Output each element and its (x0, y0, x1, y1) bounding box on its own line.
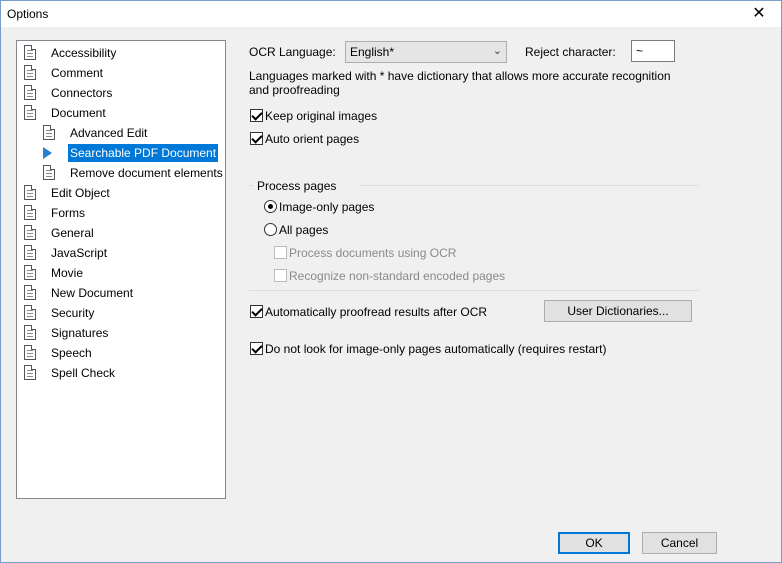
cancel-button[interactable]: Cancel (642, 532, 717, 554)
window-title: Options (7, 7, 49, 21)
page-icon (24, 285, 36, 300)
page-icon (24, 225, 36, 240)
keep-original-images-label: Keep original images (265, 109, 378, 123)
page-icon (24, 65, 36, 80)
group-border-left (249, 185, 253, 186)
process-documents-ocr-label: Process documents using OCR (289, 246, 457, 260)
ocr-language-value: English* (350, 45, 395, 59)
tree-item-label: General (51, 226, 94, 240)
tree-item-label: Signatures (51, 326, 109, 340)
page-icon (24, 265, 36, 280)
tree-item-label: Document (51, 106, 106, 120)
page-icon (24, 365, 36, 380)
close-icon[interactable]: ✕ (737, 1, 781, 27)
image-only-pages-radio[interactable] (264, 200, 277, 213)
tree-item-label: Edit Object (51, 186, 110, 200)
group-border-top (359, 185, 699, 186)
reject-character-input[interactable]: ~ (631, 40, 675, 62)
page-icon (24, 105, 36, 120)
tree-item-label: Spell Check (51, 366, 116, 380)
reject-character-value: ~ (636, 44, 644, 58)
ok-button[interactable]: OK (558, 532, 630, 554)
auto-orient-checkbox[interactable] (250, 132, 263, 145)
tree-item-label: Advanced Edit (70, 126, 148, 140)
options-dialog: Options ✕ Accessibility Comment Connectors… (0, 0, 782, 563)
tree-item-label: Speech (51, 346, 92, 360)
ocr-language-select[interactable]: English* ⌄ (345, 41, 507, 63)
tree-item-label: Forms (51, 206, 85, 220)
play-arrow-icon (43, 147, 52, 159)
process-pages-group-label: Process pages (257, 179, 337, 193)
page-icon (24, 45, 36, 60)
auto-proofread-label: Automatically proofread results after OC… (265, 305, 488, 319)
no-look-image-only-checkbox[interactable] (250, 342, 263, 355)
category-tree[interactable]: Accessibility Comment Connectors Document Ad… (16, 40, 226, 499)
keep-original-images-checkbox[interactable] (250, 109, 263, 122)
page-icon (24, 85, 36, 100)
no-look-image-only-label: Do not look for image-only pages automat… (265, 342, 607, 356)
image-only-pages-label: Image-only pages (279, 200, 375, 214)
page-icon (24, 345, 36, 360)
reject-character-label: Reject character: (525, 45, 616, 59)
tree-item-label: Remove document elements (70, 166, 223, 180)
page-icon (43, 125, 55, 140)
user-dictionaries-button[interactable]: User Dictionaries... (544, 300, 692, 322)
page-icon (24, 305, 36, 320)
tree-item-label: Connectors (51, 86, 113, 100)
tree-item-label: Comment (51, 66, 104, 80)
tree-item-label: New Document (51, 286, 134, 300)
tree-item-label: JavaScript (51, 246, 108, 260)
language-note: Languages marked with * have dictionary … (249, 69, 671, 97)
recognize-nonstandard-label: Recognize non-standard encoded pages (289, 269, 506, 283)
all-pages-radio[interactable] (264, 223, 277, 236)
all-pages-label: All pages (279, 223, 329, 237)
tree-item-label: Accessibility (51, 46, 117, 60)
ocr-language-label: OCR Language: (249, 45, 336, 59)
auto-orient-label: Auto orient pages (265, 132, 360, 146)
page-icon (24, 325, 36, 340)
tree-item-label: Movie (51, 266, 84, 280)
tree-item-label: Searchable PDF Document (68, 144, 219, 162)
page-icon (24, 185, 36, 200)
title-bar: Options ✕ (1, 1, 781, 27)
chevron-down-icon: ⌄ (492, 45, 502, 57)
page-icon (43, 165, 55, 180)
process-documents-ocr-checkbox[interactable] (274, 246, 287, 259)
tree-item-label: Security (51, 306, 95, 320)
page-icon (24, 205, 36, 220)
page-icon (24, 245, 36, 260)
auto-proofread-checkbox[interactable] (250, 305, 263, 318)
group-border-bottom (249, 290, 699, 291)
recognize-nonstandard-checkbox[interactable] (274, 269, 287, 282)
